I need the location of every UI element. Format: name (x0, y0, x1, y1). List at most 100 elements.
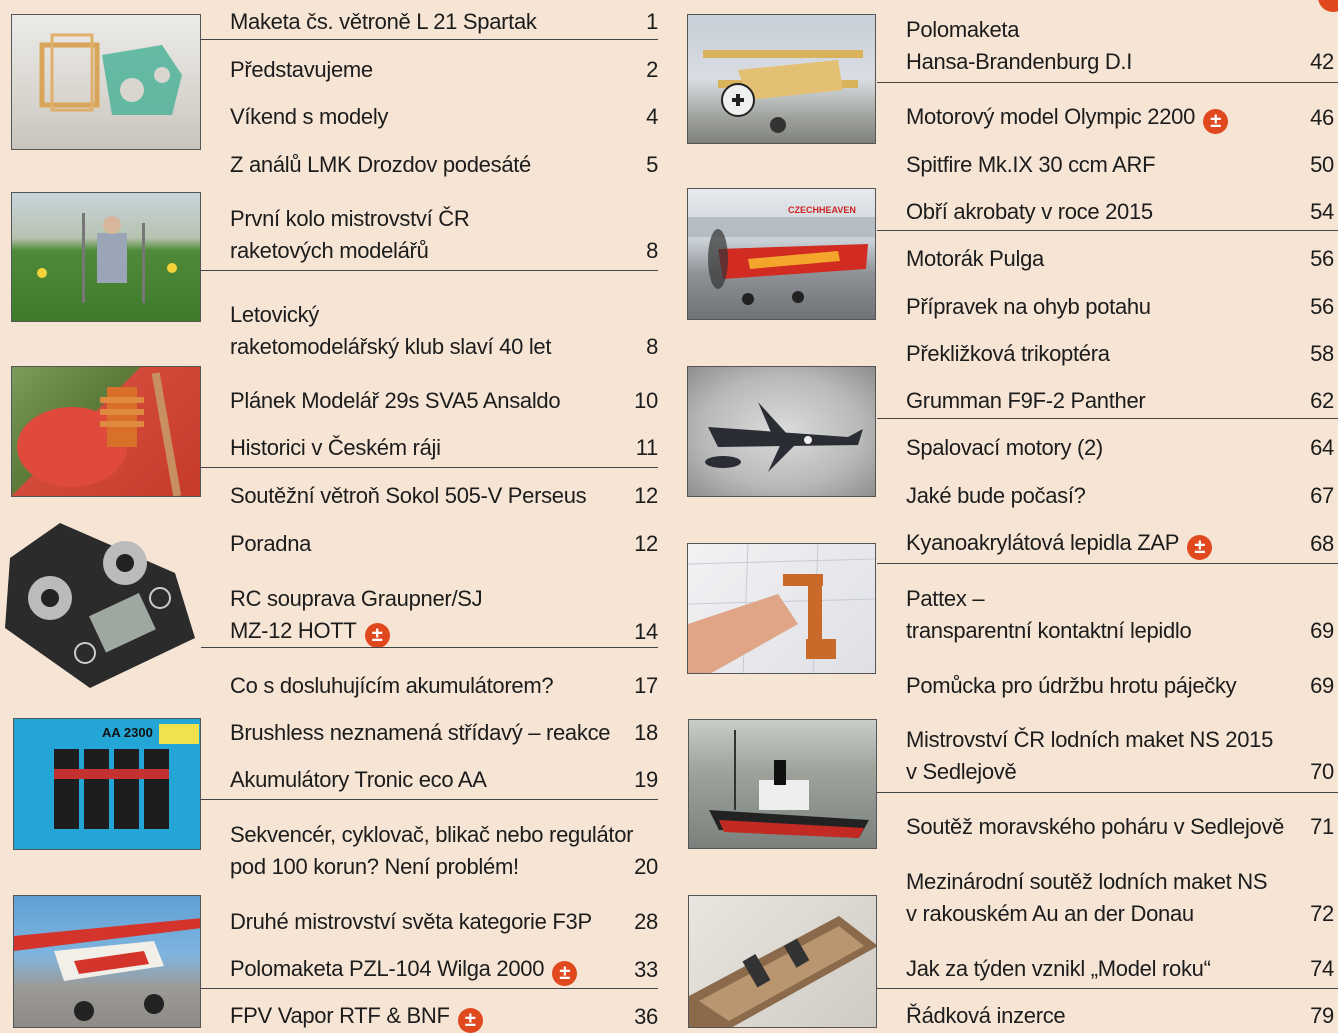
entry-page-number: 68 (1310, 531, 1334, 556)
entry-page-number: 14 (634, 619, 658, 644)
photo-tugboat (688, 719, 877, 849)
entry-title: FPV Vapor RTF & BNF ± (230, 1000, 658, 1033)
entry-page-number: 2 (646, 57, 658, 82)
left-toc-entry[interactable]: Maketa čs. větroně L 21 Spartak 1 (230, 6, 658, 38)
right-toc-entry[interactable]: Pomůcka pro údržbu hrotu páječky 69 (906, 670, 1334, 702)
right-toc-entry[interactable]: Mistrovství ČR lodních maket NS 2015 v Se… (906, 724, 1334, 788)
entry-title: RC souprava Graupner/SJ (230, 586, 483, 611)
entry-page-number: 12 (634, 531, 658, 556)
entry-page-number: 8 (646, 238, 658, 263)
entry-title: Druhé mistrovství světa kategorie F3P (230, 909, 592, 934)
entry-title: Plánek Modelář 29s SVA5 Ansaldo (230, 388, 561, 413)
entry-title: Akumulátory Tronic eco AA (230, 767, 487, 792)
plus-icon: ± (364, 623, 390, 648)
entry-title: Kyanoakrylátová lepidla ZAP ± (906, 527, 1334, 560)
right-toc-entry[interactable]: Spalovací motory (2) 64 (906, 432, 1334, 464)
entry-title: Soutěž moravského poháru v Sedlejově (906, 814, 1285, 839)
entry-page-number: 4 (646, 104, 658, 129)
photo-aerobatic-plane: CZECHHEAVEN (687, 188, 876, 320)
battery-label: AA 2300 (102, 725, 153, 740)
left-toc-entry[interactable]: Poradna 12 (230, 528, 658, 560)
divider-rule (201, 270, 658, 271)
entry-title: Polomaketa PZL-104 Wilga 2000 ± (230, 953, 658, 986)
entry-page-number: 36 (634, 1004, 658, 1029)
left-toc-entry[interactable]: Z análů LMK Drozdov podesáté 5 (230, 149, 658, 181)
corner-badge (1318, 0, 1338, 12)
left-toc-entry[interactable]: Brushless neznamená střídavý – reakce 18 (230, 717, 658, 749)
left-toc-entry[interactable]: Historici v Českém ráji 11 (230, 432, 658, 464)
entry-page-number: 64 (1310, 435, 1334, 460)
divider-rule (201, 647, 658, 648)
right-toc-entry[interactable]: Jaké bude počasí? 67 (906, 480, 1334, 512)
left-toc-entry[interactable]: Akumulátory Tronic eco AA 19 (230, 764, 658, 796)
photo-panther-jet (687, 366, 876, 497)
right-toc-entry[interactable]: Spitfire Mk.IX 30 ccm ARF 50 (906, 149, 1334, 181)
right-toc-entry[interactable]: Polomaketa Hansa-Brandenburg D.I 42 (906, 14, 1334, 78)
entry-title-line2: v Sedlejově (906, 759, 1017, 784)
entry-title: Spalovací motory (2) (906, 435, 1103, 460)
entry-title: Sekvencér, cyklovač, blikač nebo regulát… (230, 822, 634, 847)
entry-title-line2: MZ-12 HOTT ± (230, 615, 658, 648)
photo-bending-jig (687, 543, 876, 674)
right-toc-entry[interactable]: Jak za týden vznikl „Model roku“ 74 (906, 953, 1334, 985)
entry-title: Představujeme (230, 57, 373, 82)
entry-title: Maketa čs. větroně L 21 Spartak (230, 9, 537, 34)
right-toc-entry[interactable]: Motorák Pulga 56 (906, 243, 1334, 275)
photo-rocket-launch (11, 192, 201, 322)
entry-title: Poradna (230, 531, 312, 556)
entry-title: Řádková inzerce (906, 1003, 1066, 1028)
entry-page-number: 11 (635, 435, 659, 460)
right-toc-entry[interactable]: Soutěž moravského poháru v Sedlejově 71 (906, 811, 1334, 843)
photo-batteries: AA 2300 (13, 718, 201, 850)
entry-page-number: 71 (1310, 814, 1334, 839)
entry-title-line2: v rakouském Au an der Donau (906, 901, 1194, 926)
entry-title: Grumman F9F-2 Panther (906, 388, 1146, 413)
left-toc-entry[interactable]: RC souprava Graupner/SJ MZ-12 HOTT ±14 (230, 583, 658, 648)
left-toc-entry[interactable]: Plánek Modelář 29s SVA5 Ansaldo 10 (230, 385, 658, 417)
entry-title: Historici v Českém ráji (230, 435, 441, 460)
left-toc-entry[interactable]: Sekvencér, cyklovač, blikač nebo regulát… (230, 819, 658, 883)
photo-wilga-plane (13, 895, 201, 1028)
left-toc-entry[interactable]: FPV Vapor RTF & BNF ±36 (230, 1000, 658, 1033)
right-toc-entry[interactable]: Motorový model Olympic 2200 ±46 (906, 101, 1334, 134)
entry-page-number: 18 (634, 720, 658, 745)
entry-title: Letovický (230, 302, 320, 327)
divider-rule (877, 418, 1338, 419)
divider-rule (877, 230, 1338, 231)
entry-page-number: 28 (634, 909, 658, 934)
entry-title-line2: raketových modelářů (230, 238, 429, 263)
left-toc-entry[interactable]: Víkend s modely 4 (230, 101, 658, 133)
entry-page-number: 33 (634, 957, 658, 982)
entry-page-number: 54 (1310, 199, 1334, 224)
right-toc-entry[interactable]: Pattex – transparentní kontaktní lepidlo 6… (906, 583, 1334, 647)
divider-rule (877, 988, 1338, 989)
left-toc-entry[interactable]: Soutěžní větroň Sokol 505-V Perseus 12 (230, 480, 658, 512)
left-toc-entry[interactable]: Co s dosluhujícím akumulátorem? 17 (230, 670, 658, 702)
photo-engine (11, 366, 201, 497)
photo-rc-transmitter (0, 518, 201, 690)
left-toc-entry[interactable]: Druhé mistrovství světa kategorie F3P 28 (230, 906, 658, 938)
entry-title: Pattex – (906, 586, 985, 611)
right-toc-entry[interactable]: Kyanoakrylátová lepidla ZAP ±68 (906, 527, 1334, 560)
right-toc-entry[interactable]: Přípravek na ohyb potahu 56 (906, 291, 1334, 323)
entry-page-number: 74 (1310, 956, 1334, 981)
divider-rule (877, 82, 1338, 83)
divider-rule (877, 792, 1338, 793)
entry-page-number: 8 (646, 334, 658, 359)
entry-page-number: 79 (1310, 1003, 1334, 1028)
left-toc-entry[interactable]: Letovický raketomodelářský klub slaví 40 … (230, 299, 658, 363)
left-toc-entry[interactable]: Polomaketa PZL-104 Wilga 2000 ±33 (230, 953, 658, 986)
entry-title: Brushless neznamená střídavý – reakce (230, 720, 611, 745)
right-toc-entry[interactable]: Řádková inzerce 79 (906, 1000, 1334, 1032)
entry-page-number: 42 (1310, 49, 1334, 74)
divider-rule (201, 467, 658, 468)
left-toc-entry[interactable]: Představujeme 2 (230, 54, 658, 86)
right-toc-entry[interactable]: Grumman F9F-2 Panther 62 (906, 385, 1334, 417)
entry-page-number: 67 (1310, 483, 1334, 508)
right-toc-entry[interactable]: Překližková trikoptéra 58 (906, 338, 1334, 370)
right-toc-entry[interactable]: Obří akrobaty v roce 2015 54 (906, 196, 1334, 228)
entry-title-line2: transparentní kontaktní lepidlo (906, 618, 1192, 643)
left-toc-entry[interactable]: První kolo mistrovství ČR raketových mode… (230, 203, 658, 267)
entry-title: Spitfire Mk.IX 30 ccm ARF (906, 152, 1156, 177)
right-toc-entry[interactable]: Mezinárodní soutěž lodních maket NS v rak… (906, 866, 1334, 930)
